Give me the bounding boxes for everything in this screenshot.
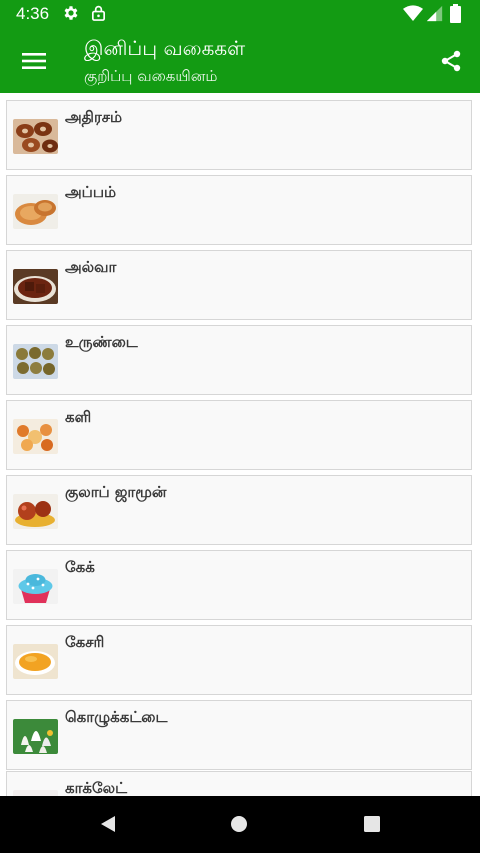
halwa-image: [13, 269, 58, 304]
list-item-label: அல்வா: [65, 258, 117, 276]
cake-image: [13, 569, 58, 604]
status-bar: 4:36: [0, 0, 480, 29]
status-time: 4:36: [16, 4, 50, 23]
app-bar: இனிப்பு வகைகள் குறிப்பு வகையினம்: [0, 29, 480, 93]
app-title: இனிப்பு வகைகள்: [84, 36, 246, 60]
gear-icon: [62, 4, 80, 26]
list-item-label: களி: [65, 408, 92, 426]
list-item-kesari[interactable]: கேசரி: [6, 625, 472, 695]
list-item-kali[interactable]: களி: [6, 400, 472, 470]
list-item-kozhukattai[interactable]: கொழுக்கட்டை: [6, 700, 472, 770]
list-item-label: கொழுக்கட்டை: [65, 708, 168, 726]
list-item-label: கேசரி: [65, 633, 105, 651]
list-item-adhirasam[interactable]: அதிரசம்: [6, 100, 472, 170]
adhirasam-image: [13, 119, 58, 154]
list-item-appam[interactable]: அப்பம்: [6, 175, 472, 245]
list-item-label: குலாப் ஜாமூன்: [65, 483, 167, 501]
list-item-label: கேக்: [65, 558, 95, 576]
hamburger-menu-icon[interactable]: [12, 39, 56, 83]
back-icon[interactable]: [86, 804, 130, 844]
kali-image: [13, 419, 58, 454]
list-item-chocolate[interactable]: காக்லேட்: [6, 771, 472, 796]
appam-image: [13, 194, 58, 229]
kesari-image: [13, 644, 58, 679]
list-item-label: அதிரசம்: [65, 108, 123, 126]
kozhukattai-image: [13, 719, 58, 754]
urundai-image: [13, 344, 58, 379]
list-item-urundai[interactable]: உருண்டை: [6, 325, 472, 395]
list-item-halwa[interactable]: அல்வா: [6, 250, 472, 320]
signal-icon: [426, 5, 443, 26]
share-icon[interactable]: [429, 39, 473, 83]
list-item-label: உருண்டை: [65, 333, 138, 351]
list-item-label: காக்லேட்: [65, 779, 128, 796]
list-item-gulab-jamun[interactable]: குலாப் ஜாமூன்: [6, 475, 472, 545]
recents-icon[interactable]: [350, 804, 394, 844]
list-item-cake[interactable]: கேக்: [6, 550, 472, 620]
recipe-list[interactable]: அதிரசம் அப்பம் அல்வா உருண்டை களி குலாப் …: [0, 93, 480, 796]
navigation-bar: [0, 796, 480, 853]
app-subtitle: குறிப்பு வகையினம்: [84, 67, 218, 85]
list-item-label: அப்பம்: [65, 183, 117, 201]
wifi-icon: [403, 5, 423, 26]
lock-icon: [90, 4, 107, 26]
gulab-jamun-image: [13, 494, 58, 529]
battery-icon: [450, 4, 461, 27]
home-icon[interactable]: [217, 804, 261, 844]
